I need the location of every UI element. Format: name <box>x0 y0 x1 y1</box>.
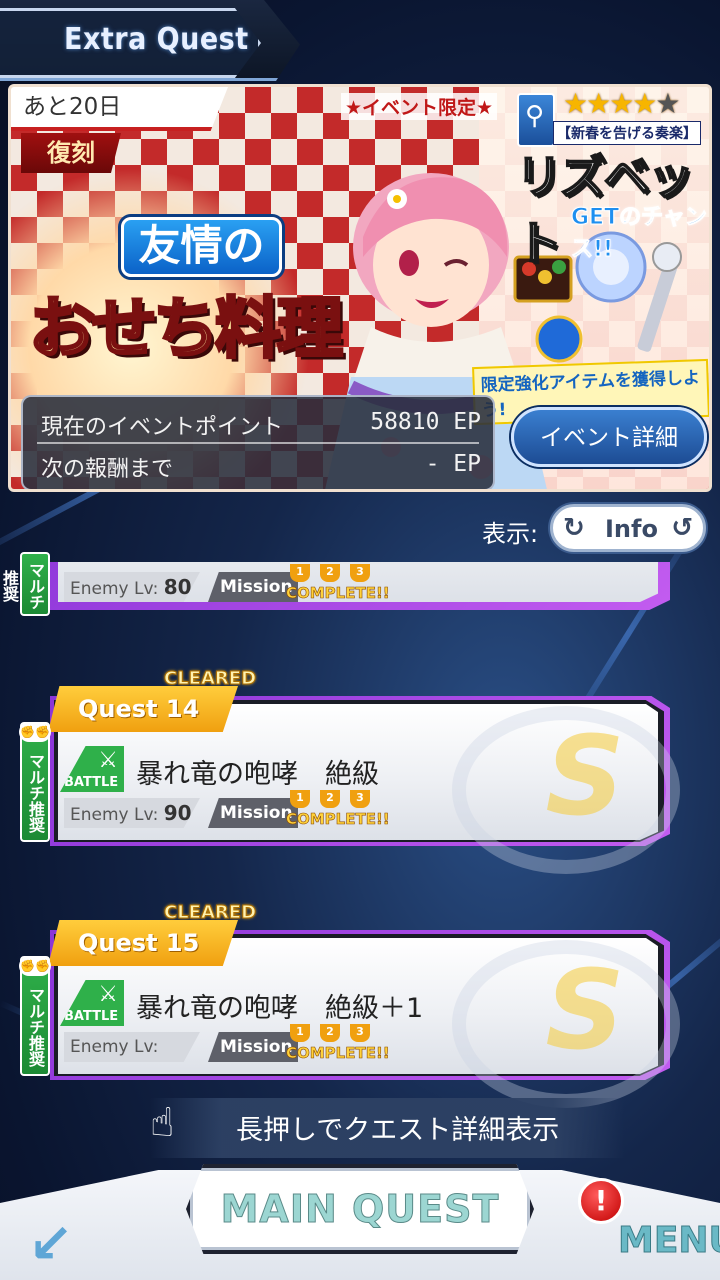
mission-complete-label: COMPLETE!! <box>286 584 390 603</box>
next-reward-row: 次の報酬まで - EP <box>41 445 481 485</box>
trophy-icon: 3 <box>350 1024 370 1042</box>
trophy-icon: 3 <box>350 790 370 808</box>
enemy-level: Enemy Lv: 80 <box>64 572 200 602</box>
cleared-label: CLEARED <box>163 902 257 924</box>
multi-recommended-text: マルチ推奨 <box>26 753 45 833</box>
stats-bar: Enemy Lv: 100 Mission : 1 2 3 COMPLETE!! <box>64 1024 390 1064</box>
alert-icon: ! <box>578 1178 624 1224</box>
enemy-level-label: Enemy Lv: <box>70 805 159 825</box>
quest-card[interactable]: S Quest 14 CLEARED ⚔ BATTLE 暴れ竜の咆哮 絶級 En… <box>48 668 680 874</box>
rank-badge: S <box>545 946 625 1074</box>
get-chance-label: GETのチャンス!! <box>571 205 708 263</box>
next-reward-value: - EP <box>425 451 481 477</box>
enemy-level-label: Enemy Lv: <box>70 1037 159 1057</box>
refresh-left-icon: ↻ <box>563 513 585 543</box>
mission-complete-label: COMPLETE!! <box>286 810 390 829</box>
multi-recommended-tag: ✊✊ マルチ推奨 <box>19 956 51 1076</box>
current-points-value: 58810 EP <box>370 409 481 435</box>
next-reward-label: 次の報酬まで <box>41 457 174 482</box>
multi-recommended-tag: ✊✊ マルチ推奨 <box>19 722 51 842</box>
mission-label: Mission : <box>208 572 298 602</box>
mission-complete-label: COMPLETE!! <box>286 1044 390 1063</box>
title-bar: Extra Quest <box>0 0 300 81</box>
event-logo-line1: 友情の <box>121 217 282 277</box>
trophy-icon: 1 <box>290 564 310 582</box>
enemy-level-label: Enemy Lv: <box>70 579 159 599</box>
multi-recommended-tag: マルチ推奨 <box>0 552 50 616</box>
key-icon <box>517 93 555 147</box>
trophy-icon: 2 <box>320 1024 340 1042</box>
page-title: Extra Quest <box>64 22 249 57</box>
revival-badge: 復刻 <box>21 133 121 173</box>
quest-card-partial[interactable]: Enemy Lv: 80 Mission : 1 2 3 COMPLETE!! <box>50 562 670 610</box>
tap-hold-icon: ☝ <box>150 1100 175 1146</box>
battle-label: BATTLE <box>64 1009 119 1024</box>
star-off-icon: ★ <box>655 87 680 120</box>
current-points-row: 現在のイベントポイント 58810 EP <box>41 403 481 443</box>
countdown-label: あと20日 <box>11 87 228 131</box>
multi-recommended-text: マルチ推奨 <box>0 562 45 610</box>
mission-trophies: 1 2 3 <box>290 790 380 810</box>
mission-trophies: 1 2 3 <box>290 1024 380 1044</box>
event-banner[interactable]: あと20日 復刻 ★イベント限定★ ★★★★★ 【新春を告げる奏楽】 リズベット… <box>8 84 712 492</box>
display-toggle-button[interactable]: ↻ Info ↺ <box>550 504 706 552</box>
quest-name: 暴れ竜の咆哮 絶級 <box>136 759 379 790</box>
quest-number-tab: Quest 15 <box>48 920 238 966</box>
main-quest-label: MAIN QUEST <box>220 1187 500 1232</box>
sword-icon: ⚔ <box>98 748 118 773</box>
handshake-icon: ✊✊ <box>19 722 51 742</box>
mission-label: Mission : <box>208 1032 298 1062</box>
display-toggle-text: Info <box>605 515 658 543</box>
enemy-level: Enemy Lv: 90 <box>64 798 200 828</box>
handshake-icon: ✊✊ <box>19 956 51 976</box>
event-points-panel: 現在のイベントポイント 58810 EP 次の報酬まで - EP <box>21 395 495 489</box>
event-logo-line2: おせち料理 <box>28 289 345 369</box>
rarity-stars: ★★★★★ <box>563 87 681 120</box>
event-detail-button[interactable]: イベント詳細 <box>511 407 707 467</box>
quest-card[interactable]: S Quest 15 CLEARED ⚔ BATTLE 暴れ竜の咆哮 絶級＋1 … <box>48 902 680 1108</box>
hint-text: 長押しでクエスト詳細表示 <box>236 1115 560 1146</box>
refresh-right-icon: ↺ <box>671 513 693 543</box>
star-on-icon: ★★★★ <box>563 87 657 120</box>
trophy-icon: 3 <box>350 564 370 582</box>
rank-badge: S <box>545 712 625 840</box>
display-label: 表示: <box>482 520 539 548</box>
trophy-icon: 1 <box>290 1024 310 1042</box>
quest-name: 暴れ竜の咆哮 絶級＋1 <box>136 993 424 1024</box>
divider <box>37 442 479 444</box>
back-arrow-icon[interactable]: ↙ <box>28 1212 73 1275</box>
menu-button[interactable]: MENU <box>618 1220 720 1262</box>
trophy-icon: 2 <box>320 790 340 808</box>
mission-trophies: 1 2 3 <box>290 564 380 584</box>
cleared-label: CLEARED <box>163 668 257 690</box>
event-limited-label: ★イベント限定★ <box>341 93 498 120</box>
long-press-hint: ☝ 長押しでクエスト詳細表示 <box>150 1098 624 1158</box>
current-points-label: 現在のイベントポイント <box>41 415 284 440</box>
stats-bar: Enemy Lv: 90 Mission : 1 2 3 COMPLETE!! <box>64 790 390 830</box>
bottom-navigation: ↙ MAIN QUEST ! MENU <box>0 1150 720 1280</box>
stats-bar: Enemy Lv: 80 Mission : 1 2 3 COMPLETE!! <box>64 564 390 604</box>
trophy-icon: 2 <box>320 564 340 582</box>
enemy-level-value: 90 <box>163 801 192 825</box>
quest-number-tab: Quest 14 <box>48 686 238 732</box>
trophy-icon: 1 <box>290 790 310 808</box>
sword-icon: ⚔ <box>98 982 118 1007</box>
enemy-level-value: 80 <box>163 575 192 599</box>
enemy-level: Enemy Lv: 100 <box>64 1032 200 1062</box>
battle-label: BATTLE <box>64 775 119 790</box>
mission-label: Mission : <box>208 798 298 828</box>
multi-recommended-text: マルチ推奨 <box>26 987 45 1067</box>
main-quest-button[interactable]: MAIN QUEST <box>186 1164 534 1254</box>
